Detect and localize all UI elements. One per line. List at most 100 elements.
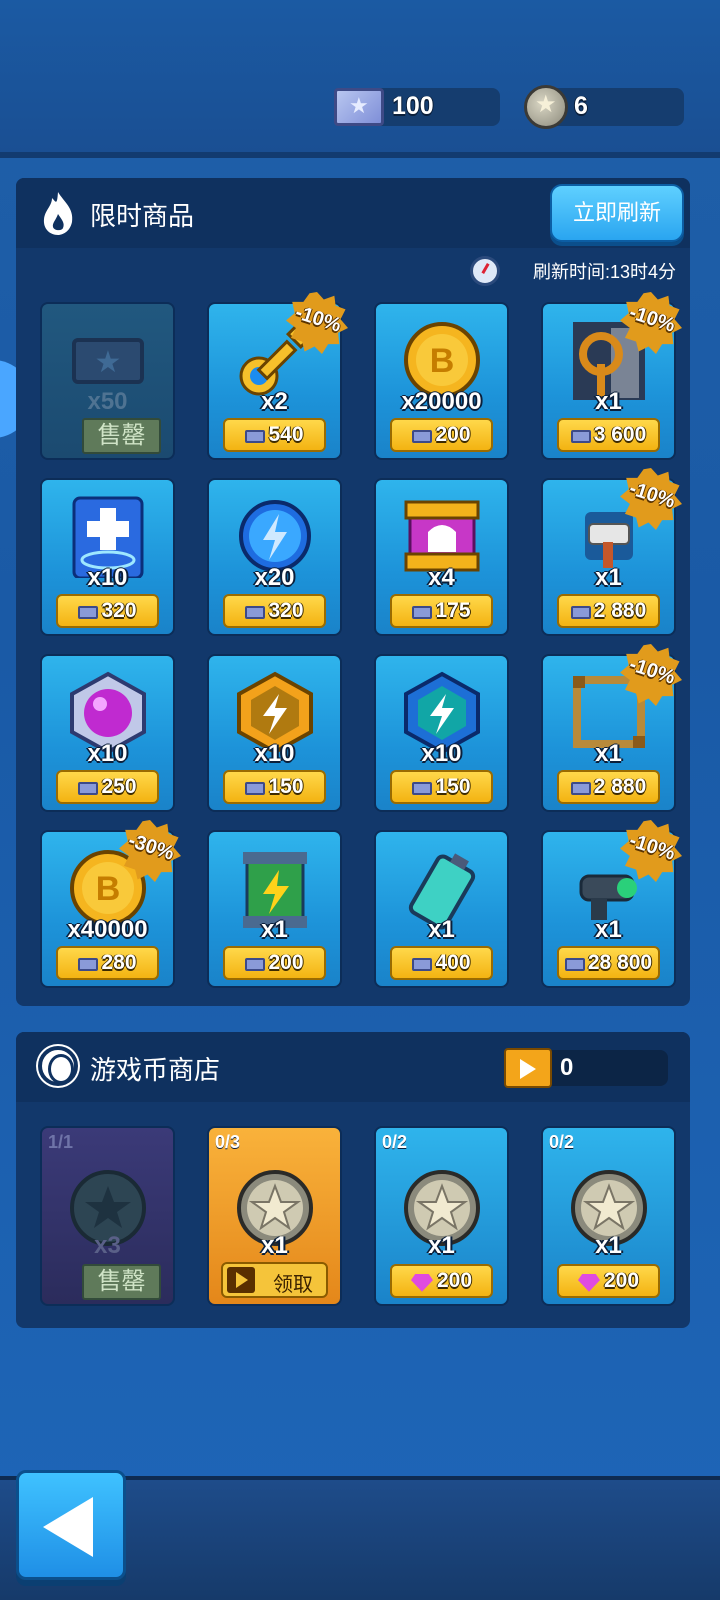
shop-item-card[interactable]: x20 320 (207, 478, 342, 636)
price-button[interactable]: 200 (390, 418, 493, 452)
video-ticket-count: 0 (560, 1054, 574, 1081)
price-value: 540 (268, 423, 304, 446)
price-button[interactable]: 280 (56, 946, 159, 980)
shop-item-card[interactable]: x10 320 (40, 478, 175, 636)
limited-shop-header: 限时商品 立即刷新 (16, 178, 690, 248)
ticket-icon (564, 958, 585, 972)
price-value: 200 (436, 1269, 473, 1292)
price-value: 400 (435, 951, 471, 974)
item-quantity: x1 (595, 388, 622, 415)
price-value: 150 (268, 775, 304, 798)
price-button[interactable]: 200 (223, 946, 326, 980)
flame-icon (43, 192, 73, 235)
coin-shop-item-card[interactable]: 1/1 x3 售罄 (40, 1126, 175, 1306)
video-play-icon (227, 1267, 255, 1293)
item-quantity: x1 (595, 564, 622, 591)
coin-shop-item-card[interactable]: 0/2 x1 200 (541, 1126, 676, 1306)
price-button[interactable]: 2 880 (557, 770, 660, 804)
price-button[interactable]: 250 (56, 770, 159, 804)
ticket-count: 100 (392, 92, 434, 120)
shop-item-card[interactable]: x4 175 (374, 478, 509, 636)
price-button[interactable]: 200 (390, 1264, 493, 1298)
item-quantity: x1 (261, 1232, 288, 1259)
item-quantity: x1 (595, 740, 622, 767)
svg-text:B: B (95, 870, 120, 908)
ticket-icon (245, 782, 266, 796)
discount-badge: -10% (620, 820, 682, 882)
price-button[interactable]: 320 (56, 594, 159, 628)
shop-item-card[interactable]: x1 2 880 -10% (541, 468, 682, 636)
star-coin-count: 6 (574, 92, 588, 120)
ticket-icon (412, 606, 433, 620)
shop-item-card[interactable]: x1 400 (374, 830, 509, 988)
purchase-limit: 0/2 (549, 1132, 575, 1152)
price-value: 2 880 (593, 599, 647, 622)
price-button[interactable]: 175 (390, 594, 493, 628)
purchase-limit: 1/1 (48, 1132, 74, 1152)
claim-button[interactable]: 领取 (221, 1262, 328, 1298)
svg-text:B: B (429, 342, 454, 380)
ticket-icon (245, 958, 266, 972)
clock-icon (470, 256, 500, 286)
top-bar (0, 0, 720, 158)
ticket-balance: 100 (334, 88, 500, 126)
shop-item-card[interactable]: x10 150 (207, 654, 342, 812)
discount-badge: -30% (119, 820, 181, 882)
price-value: 2 880 (593, 775, 647, 798)
price-button[interactable]: 150 (390, 770, 493, 804)
video-ticket-balance: 0 (504, 1048, 668, 1088)
price-button[interactable]: 150 (223, 770, 326, 804)
ticket-icon (245, 606, 266, 620)
item-quantity: x1 (261, 916, 288, 943)
price-value: 200 (268, 951, 304, 974)
ticket-icon (570, 782, 591, 796)
shop-item-card[interactable]: Bx40000 280 -30% (40, 820, 181, 988)
ticket-icon (78, 606, 99, 620)
price-button[interactable]: 200 (557, 1264, 660, 1298)
shop-item-card[interactable]: x1 3 600 -10% (541, 292, 682, 460)
star-coin-balance: 6 (524, 85, 684, 129)
shop-item-card[interactable]: x1 28 800 -10% (541, 820, 682, 988)
item-quantity: x10 (421, 740, 462, 767)
item-quantity: x10 (87, 740, 128, 767)
video-ticket-icon (504, 1048, 552, 1088)
sold-out-label: 售罄 (82, 418, 161, 454)
gem-icon (410, 1273, 433, 1292)
ticket-icon (412, 958, 433, 972)
svg-text:★: ★ (94, 346, 121, 379)
shop-item-card[interactable]: ★ x50 售罄 (40, 302, 175, 460)
item-quantity: x50 (87, 388, 128, 415)
purchase-limit: 0/3 (215, 1132, 241, 1152)
price-button[interactable]: 2 880 (557, 594, 660, 628)
item-quantity: x3 (94, 1232, 121, 1259)
shop-item-card[interactable]: x1 200 (207, 830, 342, 988)
price-button[interactable]: 3 600 (557, 418, 660, 452)
price-button[interactable]: 540 (223, 418, 326, 452)
price-value: 175 (435, 599, 471, 622)
discount-badge: -10% (620, 292, 682, 354)
item-quantity: x1 (595, 916, 622, 943)
price-button[interactable]: 28 800 (557, 946, 660, 980)
refresh-now-button[interactable]: 立即刷新 (550, 184, 684, 242)
price-value: 320 (268, 599, 304, 622)
ticket-icon (570, 430, 591, 444)
price-button[interactable]: 320 (223, 594, 326, 628)
shop-item-card[interactable]: x2 540 -10% (207, 292, 348, 460)
coin-shop-item-card[interactable]: 0/2 x1 200 (374, 1126, 509, 1306)
shop-item-card[interactable]: x10 150 (374, 654, 509, 812)
item-quantity: x20 (254, 564, 295, 591)
item-quantity: x2 (261, 388, 288, 415)
ticket-icon (78, 782, 99, 796)
coin-shop-panel: 游戏币商店 0 1/1 x3 售罄 0/3 x1 领取 0/2 x1 200 0/2 x1 200 (16, 1032, 690, 1328)
coin-items-grid: 1/1 x3 售罄 0/3 x1 领取 0/2 x1 200 0/2 x1 200 (40, 1126, 676, 1306)
shop-item-card[interactable]: x1 2 880 -10% (541, 644, 682, 812)
coin-shop-item-card[interactable]: 0/3 x1 领取 (207, 1126, 342, 1306)
price-value: 250 (101, 775, 137, 798)
shop-item-card[interactable]: Bx20000 200 (374, 302, 509, 460)
price-value: 320 (101, 599, 137, 622)
item-quantity: x40000 (67, 916, 148, 943)
shop-item-card[interactable]: x10 250 (40, 654, 175, 812)
price-button[interactable]: 400 (390, 946, 493, 980)
back-button[interactable] (16, 1470, 126, 1580)
item-quantity: x20000 (401, 388, 482, 415)
